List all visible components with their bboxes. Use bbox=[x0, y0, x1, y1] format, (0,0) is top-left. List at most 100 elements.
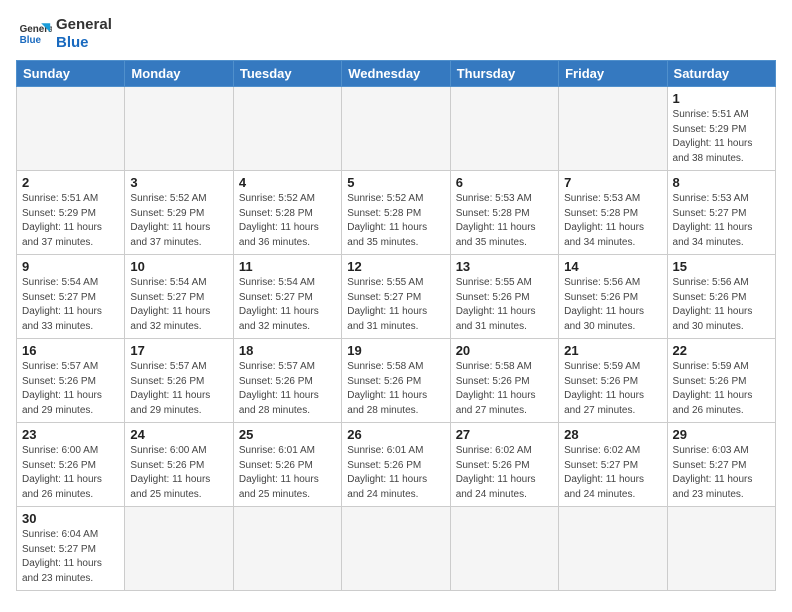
day-number: 27 bbox=[456, 427, 553, 442]
day-number: 4 bbox=[239, 175, 336, 190]
day-number: 2 bbox=[22, 175, 119, 190]
calendar-cell bbox=[559, 507, 667, 591]
day-number: 15 bbox=[673, 259, 770, 274]
calendar-header-thursday: Thursday bbox=[450, 61, 558, 87]
calendar-cell: 20Sunrise: 5:58 AM Sunset: 5:26 PM Dayli… bbox=[450, 339, 558, 423]
day-info: Sunrise: 5:54 AM Sunset: 5:27 PM Dayligh… bbox=[239, 276, 336, 334]
calendar-cell: 21 Sunrise: 5:59 AM Sunset: 5:26 PM Dayli… bbox=[559, 339, 667, 423]
calendar-cell bbox=[342, 87, 450, 171]
day-info: Sunrise: 5:53 AM Sunset: 5:27 PM Dayligh… bbox=[673, 192, 770, 250]
calendar-cell: 27 Sunrise: 6:02 AM Sunset: 5:26 PM Dayli… bbox=[450, 423, 558, 507]
day-number: 14 bbox=[564, 259, 661, 274]
calendar-cell: 13 Sunrise: 5:55 AM Sunset: 5:26 PM Dayli… bbox=[450, 255, 558, 339]
day-number: 21 bbox=[564, 343, 661, 358]
day-number: 18 bbox=[239, 343, 336, 358]
calendar-cell: 23 Sunrise: 6:00 AM Sunset: 5:26 PM Dayli… bbox=[17, 423, 125, 507]
calendar-cell: 30Sunrise: 6:04 AM Sunset: 5:27 PM Dayli… bbox=[17, 507, 125, 591]
calendar-cell: 16Sunrise: 5:57 AM Sunset: 5:26 PM Dayli… bbox=[17, 339, 125, 423]
calendar-cell bbox=[450, 507, 558, 591]
day-info: Sunrise: 5:55 AM Sunset: 5:26 PM Dayligh… bbox=[456, 276, 553, 334]
day-info: Sunrise: 5:51 AM Sunset: 5:29 PM Dayligh… bbox=[22, 192, 119, 250]
logo-general-text: General bbox=[56, 16, 112, 34]
calendar-cell: 28Sunrise: 6:02 AM Sunset: 5:27 PM Dayli… bbox=[559, 423, 667, 507]
day-number: 10 bbox=[130, 259, 227, 274]
logo-blue-text: Blue bbox=[56, 34, 112, 52]
calendar-cell bbox=[125, 507, 233, 591]
calendar-cell bbox=[233, 507, 341, 591]
calendar-cell: 9Sunrise: 5:54 AM Sunset: 5:27 PM Daylig… bbox=[17, 255, 125, 339]
day-info: Sunrise: 5:57 AM Sunset: 5:26 PM Dayligh… bbox=[239, 360, 336, 418]
day-info: Sunrise: 6:01 AM Sunset: 5:26 PM Dayligh… bbox=[347, 444, 444, 502]
calendar-cell bbox=[342, 507, 450, 591]
calendar-week-2: 2 Sunrise: 5:51 AM Sunset: 5:29 PM Daylig… bbox=[17, 171, 776, 255]
day-number: 22 bbox=[673, 343, 770, 358]
calendar-cell: 6 Sunrise: 5:53 AM Sunset: 5:28 PM Daylig… bbox=[450, 171, 558, 255]
calendar-week-3: 9Sunrise: 5:54 AM Sunset: 5:27 PM Daylig… bbox=[17, 255, 776, 339]
day-number: 7 bbox=[564, 175, 661, 190]
day-number: 23 bbox=[22, 427, 119, 442]
day-info: Sunrise: 5:54 AM Sunset: 5:27 PM Dayligh… bbox=[22, 276, 119, 334]
day-number: 12 bbox=[347, 259, 444, 274]
calendar-cell: 1Sunrise: 5:51 AM Sunset: 5:29 PM Daylig… bbox=[667, 87, 775, 171]
calendar-cell: 18 Sunrise: 5:57 AM Sunset: 5:26 PM Dayli… bbox=[233, 339, 341, 423]
page-header: General Blue General Blue bbox=[16, 16, 776, 52]
day-info: Sunrise: 5:54 AM Sunset: 5:27 PM Dayligh… bbox=[130, 276, 227, 334]
day-info: Sunrise: 5:56 AM Sunset: 5:26 PM Dayligh… bbox=[673, 276, 770, 334]
calendar-cell bbox=[233, 87, 341, 171]
calendar-table: SundayMondayTuesdayWednesdayThursdayFrid… bbox=[16, 60, 776, 591]
day-info: Sunrise: 6:00 AM Sunset: 5:26 PM Dayligh… bbox=[130, 444, 227, 502]
day-info: Sunrise: 6:01 AM Sunset: 5:26 PM Dayligh… bbox=[239, 444, 336, 502]
day-number: 11 bbox=[239, 259, 336, 274]
day-info: Sunrise: 6:00 AM Sunset: 5:26 PM Dayligh… bbox=[22, 444, 119, 502]
day-info: Sunrise: 5:57 AM Sunset: 5:26 PM Dayligh… bbox=[130, 360, 227, 418]
day-number: 1 bbox=[673, 91, 770, 106]
calendar-cell: 7 Sunrise: 5:53 AM Sunset: 5:28 PM Daylig… bbox=[559, 171, 667, 255]
calendar-cell: 2 Sunrise: 5:51 AM Sunset: 5:29 PM Daylig… bbox=[17, 171, 125, 255]
calendar-header-wednesday: Wednesday bbox=[342, 61, 450, 87]
calendar-cell: 11 Sunrise: 5:54 AM Sunset: 5:27 PM Dayli… bbox=[233, 255, 341, 339]
day-number: 25 bbox=[239, 427, 336, 442]
calendar-header-monday: Monday bbox=[125, 61, 233, 87]
day-number: 16 bbox=[22, 343, 119, 358]
calendar-cell bbox=[125, 87, 233, 171]
calendar-cell: 3Sunrise: 5:52 AM Sunset: 5:29 PM Daylig… bbox=[125, 171, 233, 255]
day-info: Sunrise: 5:53 AM Sunset: 5:28 PM Dayligh… bbox=[456, 192, 553, 250]
calendar-cell: 25 Sunrise: 6:01 AM Sunset: 5:26 PM Dayli… bbox=[233, 423, 341, 507]
day-info: Sunrise: 5:59 AM Sunset: 5:26 PM Dayligh… bbox=[564, 360, 661, 418]
day-info: Sunrise: 5:59 AM Sunset: 5:26 PM Dayligh… bbox=[673, 360, 770, 418]
day-info: Sunrise: 5:53 AM Sunset: 5:28 PM Dayligh… bbox=[564, 192, 661, 250]
day-info: Sunrise: 5:52 AM Sunset: 5:28 PM Dayligh… bbox=[239, 192, 336, 250]
calendar-week-5: 23 Sunrise: 6:00 AM Sunset: 5:26 PM Dayli… bbox=[17, 423, 776, 507]
day-number: 29 bbox=[673, 427, 770, 442]
day-number: 13 bbox=[456, 259, 553, 274]
calendar-cell: 4 Sunrise: 5:52 AM Sunset: 5:28 PM Daylig… bbox=[233, 171, 341, 255]
calendar-header-row: SundayMondayTuesdayWednesdayThursdayFrid… bbox=[17, 61, 776, 87]
calendar-header-saturday: Saturday bbox=[667, 61, 775, 87]
calendar-cell: 12 Sunrise: 5:55 AM Sunset: 5:27 PM Dayli… bbox=[342, 255, 450, 339]
calendar-cell: 24Sunrise: 6:00 AM Sunset: 5:26 PM Dayli… bbox=[125, 423, 233, 507]
calendar-cell: 19Sunrise: 5:58 AM Sunset: 5:26 PM Dayli… bbox=[342, 339, 450, 423]
calendar-header-tuesday: Tuesday bbox=[233, 61, 341, 87]
calendar-cell: 17Sunrise: 5:57 AM Sunset: 5:26 PM Dayli… bbox=[125, 339, 233, 423]
day-info: Sunrise: 5:58 AM Sunset: 5:26 PM Dayligh… bbox=[347, 360, 444, 418]
day-number: 5 bbox=[347, 175, 444, 190]
day-number: 20 bbox=[456, 343, 553, 358]
day-number: 8 bbox=[673, 175, 770, 190]
day-info: Sunrise: 5:55 AM Sunset: 5:27 PM Dayligh… bbox=[347, 276, 444, 334]
calendar-cell: 29 Sunrise: 6:03 AM Sunset: 5:27 PM Dayli… bbox=[667, 423, 775, 507]
calendar-cell: 5Sunrise: 5:52 AM Sunset: 5:28 PM Daylig… bbox=[342, 171, 450, 255]
svg-text:Blue: Blue bbox=[20, 35, 42, 46]
calendar-cell: 8 Sunrise: 5:53 AM Sunset: 5:27 PM Daylig… bbox=[667, 171, 775, 255]
calendar-cell bbox=[17, 87, 125, 171]
logo-icon: General Blue bbox=[16, 16, 52, 52]
calendar-cell bbox=[450, 87, 558, 171]
day-info: Sunrise: 6:04 AM Sunset: 5:27 PM Dayligh… bbox=[22, 528, 119, 586]
day-number: 6 bbox=[456, 175, 553, 190]
calendar-cell bbox=[667, 507, 775, 591]
day-number: 28 bbox=[564, 427, 661, 442]
day-info: Sunrise: 5:56 AM Sunset: 5:26 PM Dayligh… bbox=[564, 276, 661, 334]
calendar-cell: 10 Sunrise: 5:54 AM Sunset: 5:27 PM Dayli… bbox=[125, 255, 233, 339]
day-info: Sunrise: 6:02 AM Sunset: 5:26 PM Dayligh… bbox=[456, 444, 553, 502]
calendar-cell: 22 Sunrise: 5:59 AM Sunset: 5:26 PM Dayli… bbox=[667, 339, 775, 423]
day-info: Sunrise: 6:03 AM Sunset: 5:27 PM Dayligh… bbox=[673, 444, 770, 502]
